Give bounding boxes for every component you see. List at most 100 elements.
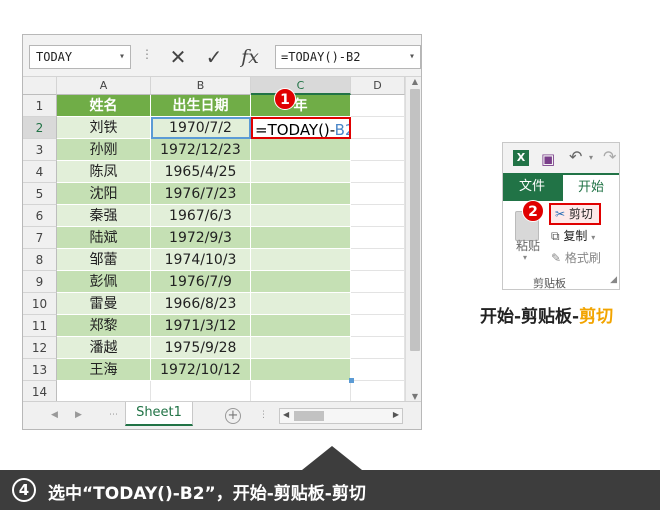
spreadsheet-grid[interactable]: ABCD1姓名出生日期年2刘铁1970/7/2=TODAY()-B23孙刚197…: [23, 77, 405, 403]
select-all-corner[interactable]: [23, 77, 57, 95]
cell-d9[interactable]: [351, 271, 405, 293]
cell-a3[interactable]: 孙刚: [57, 139, 151, 161]
dialog-launcher-icon[interactable]: ◢: [610, 275, 617, 285]
chevron-down-icon[interactable]: ▾: [523, 253, 527, 262]
cell-a14[interactable]: [57, 381, 151, 403]
cell-c10[interactable]: [251, 293, 351, 315]
cell-d11[interactable]: [351, 315, 405, 337]
cell-d2[interactable]: [351, 117, 405, 139]
cell-c6[interactable]: [251, 205, 351, 227]
insert-function-icon[interactable]: fx: [237, 44, 263, 70]
cell-a11[interactable]: 郑黎: [57, 315, 151, 337]
cell-d6[interactable]: [351, 205, 405, 227]
redo-icon[interactable]: ↷: [603, 147, 616, 166]
scroll-left-icon[interactable]: ◀: [283, 410, 289, 419]
row-header-5[interactable]: 5: [23, 183, 57, 205]
cell-b7[interactable]: 1972/9/3: [151, 227, 251, 249]
scroll-thumb[interactable]: [410, 89, 420, 351]
format-painter-button[interactable]: ✎ 格式刷: [551, 249, 601, 266]
cancel-icon[interactable]: ✕: [165, 44, 191, 70]
cell-a6[interactable]: 秦强: [57, 205, 151, 227]
cell-c4[interactable]: [251, 161, 351, 183]
chevron-down-icon[interactable]: ▾: [591, 233, 595, 242]
cell-b2[interactable]: 1970/7/2: [151, 117, 251, 139]
scroll-right-icon[interactable]: ▶: [393, 410, 399, 419]
cell-a4[interactable]: 陈凤: [57, 161, 151, 183]
scroll-up-icon[interactable]: ▲: [406, 77, 421, 86]
cell-d8[interactable]: [351, 249, 405, 271]
cell-d5[interactable]: [351, 183, 405, 205]
vertical-scrollbar[interactable]: ▲ ▼: [405, 77, 421, 403]
cell-c12[interactable]: [251, 337, 351, 359]
row-header-10[interactable]: 10: [23, 293, 57, 315]
cell-d4[interactable]: [351, 161, 405, 183]
cell-c1[interactable]: 年: [251, 95, 351, 117]
row-header-12[interactable]: 12: [23, 337, 57, 359]
cell-d12[interactable]: [351, 337, 405, 359]
tab-sheet1[interactable]: Sheet1: [125, 402, 193, 426]
cell-d3[interactable]: [351, 139, 405, 161]
cell-d10[interactable]: [351, 293, 405, 315]
cell-a2[interactable]: 刘铁: [57, 117, 151, 139]
undo-icon[interactable]: ↶: [569, 147, 582, 166]
cell-c14[interactable]: [251, 381, 351, 403]
cell-c9[interactable]: [251, 271, 351, 293]
cell-a8[interactable]: 邹蕾: [57, 249, 151, 271]
cell-b14[interactable]: [151, 381, 251, 403]
cell-b9[interactable]: 1976/7/9: [151, 271, 251, 293]
row-header-4[interactable]: 4: [23, 161, 57, 183]
cell-c13[interactable]: [251, 359, 351, 381]
row-header-9[interactable]: 9: [23, 271, 57, 293]
scroll-thumb[interactable]: [294, 411, 324, 421]
add-sheet-icon[interactable]: +: [225, 408, 241, 424]
cell-d14[interactable]: [351, 381, 405, 403]
cell-a5[interactable]: 沈阳: [57, 183, 151, 205]
cell-a12[interactable]: 潘越: [57, 337, 151, 359]
chevron-down-icon[interactable]: ▾: [589, 153, 593, 162]
cell-c5[interactable]: [251, 183, 351, 205]
cell-b5[interactable]: 1976/7/23: [151, 183, 251, 205]
paste-button[interactable]: 粘贴: [516, 237, 540, 254]
cell-a7[interactable]: 陆斌: [57, 227, 151, 249]
cell-d1[interactable]: [351, 95, 405, 117]
row-header-1[interactable]: 1: [23, 95, 57, 117]
copy-button[interactable]: ⧉ 复制 ▾: [551, 227, 595, 244]
next-sheet-icon[interactable]: ▶: [75, 410, 82, 420]
cell-c2-editing[interactable]: =TODAY()-B2: [251, 117, 351, 139]
tab-file[interactable]: 文件: [503, 173, 561, 201]
cell-a1[interactable]: 姓名: [57, 95, 151, 117]
row-header-2[interactable]: 2: [23, 117, 57, 139]
chevron-down-icon[interactable]: ▾: [119, 46, 125, 68]
row-header-7[interactable]: 7: [23, 227, 57, 249]
save-icon[interactable]: ▣: [541, 150, 555, 168]
horizontal-scrollbar[interactable]: ◀ ▶: [279, 408, 403, 424]
cut-button[interactable]: ✂ 剪切: [549, 203, 601, 225]
column-header-a[interactable]: A: [57, 77, 151, 95]
fill-handle[interactable]: [349, 378, 354, 383]
cell-b10[interactable]: 1966/8/23: [151, 293, 251, 315]
cell-c11[interactable]: [251, 315, 351, 337]
cell-b3[interactable]: 1972/12/23: [151, 139, 251, 161]
cell-b8[interactable]: 1974/10/3: [151, 249, 251, 271]
row-header-8[interactable]: 8: [23, 249, 57, 271]
cell-c7[interactable]: [251, 227, 351, 249]
cell-c8[interactable]: [251, 249, 351, 271]
tab-home[interactable]: 开始: [563, 175, 619, 201]
cell-b13[interactable]: 1972/10/12: [151, 359, 251, 381]
row-header-14[interactable]: 14: [23, 381, 57, 403]
row-header-13[interactable]: 13: [23, 359, 57, 381]
cell-b4[interactable]: 1965/4/25: [151, 161, 251, 183]
cell-b12[interactable]: 1975/9/28: [151, 337, 251, 359]
cell-b11[interactable]: 1971/3/12: [151, 315, 251, 337]
cell-a9[interactable]: 彭佩: [57, 271, 151, 293]
cell-d7[interactable]: [351, 227, 405, 249]
cell-a13[interactable]: 王海: [57, 359, 151, 381]
cell-a10[interactable]: 雷曼: [57, 293, 151, 315]
cell-b1[interactable]: 出生日期: [151, 95, 251, 117]
formula-input[interactable]: =TODAY()-B2 ▾: [275, 45, 421, 69]
row-header-3[interactable]: 3: [23, 139, 57, 161]
row-header-11[interactable]: 11: [23, 315, 57, 337]
cell-c3[interactable]: [251, 139, 351, 161]
row-header-6[interactable]: 6: [23, 205, 57, 227]
column-header-b[interactable]: B: [151, 77, 251, 95]
